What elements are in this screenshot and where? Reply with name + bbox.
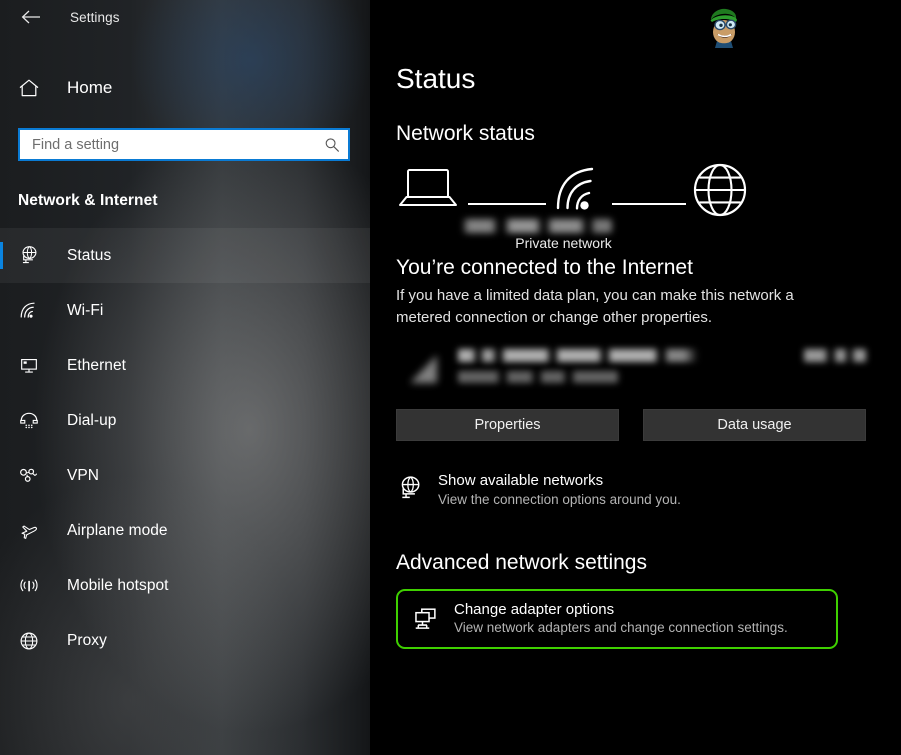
sidebar-item-vpn[interactable]: VPN	[0, 448, 370, 503]
wifi-icon	[18, 300, 48, 322]
usage-amount-redacted	[804, 349, 866, 363]
globe-icon	[692, 162, 750, 220]
mascot-avatar-icon	[700, 3, 746, 49]
main-content: Status Network status Private network Yo…	[370, 0, 901, 755]
window-title: Settings	[70, 9, 120, 25]
connection-title: You’re connected to the Internet	[396, 256, 693, 279]
data-usage-summary	[396, 343, 866, 395]
data-usage-icon	[406, 352, 444, 386]
sidebar-item-airplane-mode[interactable]: Airplane mode	[0, 503, 370, 558]
search-container	[18, 128, 350, 161]
diagram-link-right	[612, 203, 686, 205]
page-title: Status	[396, 63, 476, 94]
sidebar-item-label: Airplane mode	[67, 521, 168, 539]
show-networks-title: Show available networks	[438, 472, 604, 490]
properties-button[interactable]: Properties	[396, 409, 619, 442]
network-type-label: Private network	[515, 235, 612, 251]
data-usage-button[interactable]: Data usage	[643, 409, 866, 442]
back-button[interactable]	[14, 3, 48, 31]
show-available-networks-link[interactable]: Show available networks View the connect…	[396, 471, 831, 509]
airplane-icon	[18, 520, 48, 542]
usage-period-redacted	[458, 371, 618, 384]
sidebar-item-label: Proxy	[67, 631, 107, 649]
home-icon	[18, 78, 48, 98]
sidebar-item-proxy[interactable]: Proxy	[0, 613, 370, 668]
sidebar-item-label: Mobile hotspot	[67, 576, 169, 594]
settings-window: Settings Home Find a setting Network & I…	[0, 0, 901, 755]
adapter-options-icon	[412, 605, 446, 633]
show-networks-subtitle: View the connection options around you.	[438, 491, 681, 507]
sidebar-item-label: Status	[67, 246, 112, 264]
sidebar-item-label: Ethernet	[67, 356, 126, 374]
sidebar-nav-list: Status Wi-Fi Ethernet Dial-up VPN Airpla…	[0, 228, 370, 668]
network-status-icon	[18, 245, 48, 267]
sidebar-item-status[interactable]: Status	[0, 228, 370, 283]
search-icon[interactable]	[316, 130, 348, 159]
change-adapter-subtitle: View network adapters and change connect…	[454, 620, 788, 636]
laptop-icon	[396, 162, 460, 214]
back-arrow-icon	[21, 10, 41, 24]
network-diagram: Private network	[396, 162, 901, 251]
hotspot-icon	[18, 575, 48, 597]
usage-network-name-redacted	[458, 349, 698, 363]
sidebar-item-ethernet[interactable]: Ethernet	[0, 338, 370, 393]
advanced-settings-heading: Advanced network settings	[396, 550, 647, 574]
home-label: Home	[67, 78, 113, 97]
vpn-icon	[18, 465, 48, 487]
sidebar-item-label: VPN	[67, 466, 100, 484]
connection-description: If you have a limited data plan, you can…	[396, 287, 794, 327]
sidebar: Settings Home Find a setting Network & I…	[0, 0, 370, 755]
wifi-signal-icon	[550, 162, 606, 214]
ethernet-icon	[18, 355, 48, 377]
sidebar-item-label: Wi-Fi	[67, 301, 104, 319]
title-bar: Settings	[0, 0, 370, 34]
sidebar-item-home[interactable]: Home	[0, 68, 370, 108]
change-adapter-options-link[interactable]: Change adapter options View network adap…	[396, 588, 838, 649]
sidebar-category-header: Network & Internet	[18, 192, 158, 209]
sidebar-item-dialup[interactable]: Dial-up	[0, 393, 370, 448]
sidebar-item-wifi[interactable]: Wi-Fi	[0, 283, 370, 338]
action-button-row: Properties Data usage	[396, 409, 901, 442]
sidebar-item-label: Dial-up	[67, 411, 117, 429]
network-status-heading: Network status	[396, 122, 535, 145]
diagram-link-left	[468, 203, 546, 205]
search-input[interactable]	[20, 136, 316, 153]
network-ssid-redacted	[462, 219, 612, 233]
globe-icon	[18, 630, 48, 652]
sidebar-item-mobile-hotspot[interactable]: Mobile hotspot	[0, 558, 370, 613]
search-box[interactable]	[18, 128, 350, 161]
dialup-phone-icon	[18, 410, 48, 432]
change-adapter-title: Change adapter options	[454, 600, 615, 618]
network-status-icon	[396, 475, 430, 508]
